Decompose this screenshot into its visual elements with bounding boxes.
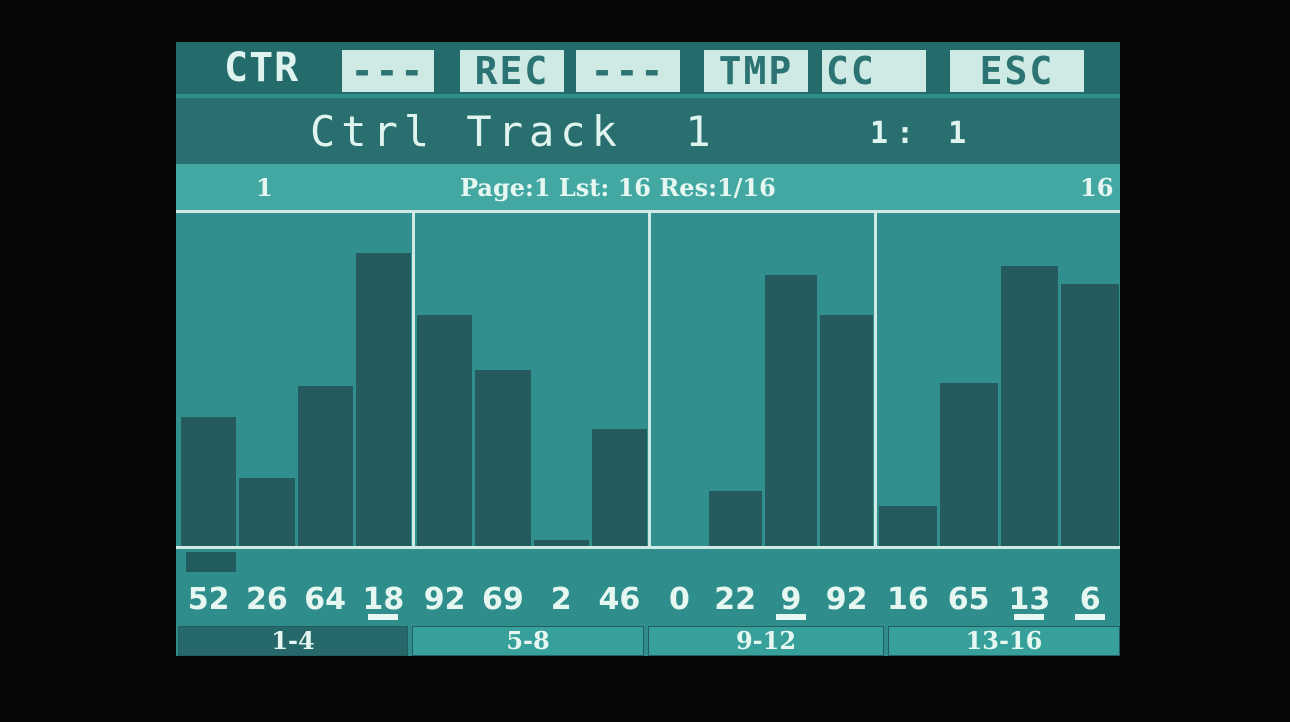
step-bar[interactable]	[239, 478, 295, 546]
tab-5-8[interactable]: 5-8	[412, 626, 644, 656]
step-value: 46	[598, 582, 641, 617]
header-button-1[interactable]: ---	[342, 50, 434, 92]
step-value: 2	[550, 582, 572, 617]
plot-baseline	[176, 546, 1120, 549]
header-button-3[interactable]: ---	[576, 50, 680, 92]
step-bar[interactable]	[1061, 284, 1119, 546]
step-bar[interactable]	[939, 382, 998, 546]
info-row: 1 Page:1 Lst: 16 Res:1/16 16	[176, 164, 1120, 210]
last-step-label: 16	[1080, 173, 1114, 202]
esc-button[interactable]: ESC	[950, 50, 1084, 92]
header-bar: CTR --- REC --- TMP CC ESC	[176, 42, 1120, 94]
position-readout: 1: 1	[870, 116, 975, 151]
step-bar[interactable]	[708, 490, 762, 546]
tmp-button[interactable]: TMP	[704, 50, 808, 92]
step-bar[interactable]	[355, 253, 411, 546]
step-value: 16	[887, 582, 929, 617]
page-info: Page:1 Lst: 16 Res:1/16	[460, 173, 776, 202]
step-value: 22	[714, 582, 756, 617]
tab-1-4[interactable]: 1-4	[178, 626, 408, 656]
step-bar[interactable]	[181, 416, 237, 546]
group-separator	[874, 213, 877, 546]
step-bar[interactable]	[591, 428, 647, 546]
track-title: Ctrl Track 1	[310, 107, 717, 156]
lcd-screen: CTR --- REC --- TMP CC ESC Ctrl Track 1 …	[176, 42, 1120, 656]
tab-9-12[interactable]: 9-12	[648, 626, 884, 656]
cc-button[interactable]: CC	[822, 50, 926, 92]
step-value: 26	[246, 582, 288, 617]
step-value: 92	[825, 582, 868, 617]
rec-button[interactable]: REC	[460, 50, 564, 92]
step-value: 0	[668, 582, 690, 617]
step-bar[interactable]	[764, 274, 818, 546]
selected-step-underline	[1014, 614, 1045, 620]
step-bar[interactable]	[1000, 265, 1059, 546]
tab-13-16[interactable]: 13-16	[888, 626, 1120, 656]
group-separator	[412, 213, 415, 546]
mode-label: CTR	[224, 45, 300, 91]
step-value: 65	[947, 582, 990, 617]
step-value: 64	[304, 582, 346, 617]
step-bar[interactable]	[820, 315, 873, 546]
step-value: 52	[187, 582, 230, 617]
step-bar[interactable]	[417, 315, 473, 546]
step-plot[interactable]	[176, 213, 1120, 546]
step-bar[interactable]	[297, 385, 353, 546]
step-cursor	[186, 552, 236, 572]
step-bar[interactable]	[475, 370, 531, 546]
first-step-label: 1	[256, 173, 273, 202]
step-value: 69	[482, 582, 524, 617]
selected-step-underline	[1075, 614, 1106, 620]
selected-step-underline	[775, 614, 806, 620]
selected-step-underline	[368, 614, 399, 620]
step-bar[interactable]	[879, 505, 937, 546]
title-row: Ctrl Track 1 1: 1	[176, 98, 1120, 164]
group-separator	[648, 213, 651, 546]
step-value: 92	[423, 582, 466, 617]
